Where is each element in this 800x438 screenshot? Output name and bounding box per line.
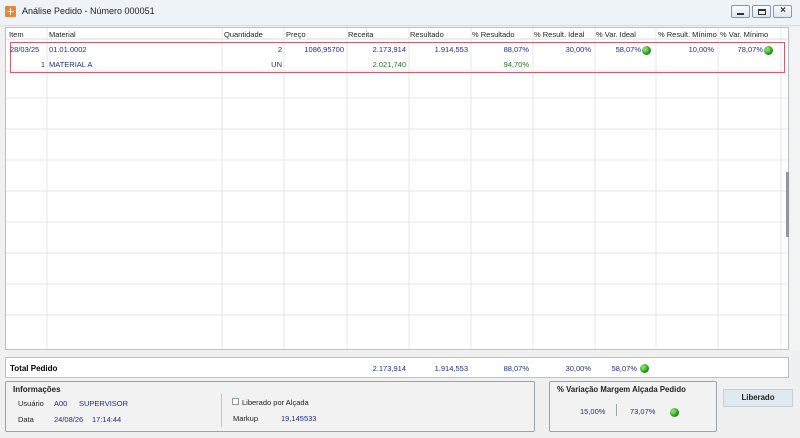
row1-ideal-status-icon bbox=[642, 46, 651, 55]
total-receita: 2.173,914 bbox=[372, 364, 406, 373]
margin-title: % Variação Margem Alçada Pedido bbox=[557, 385, 686, 394]
scrollbar-thumb[interactable] bbox=[786, 172, 789, 237]
row1-material[interactable]: 01.01.0002 bbox=[49, 45, 87, 54]
margin-separator bbox=[616, 404, 617, 416]
data-label: Data bbox=[18, 415, 34, 424]
info-title: Informações bbox=[13, 385, 61, 394]
maximize-icon bbox=[758, 9, 766, 15]
row1-resultado[interactable]: 1.914,553 bbox=[409, 45, 468, 54]
title-bar: Análise Pedido - Número 000051 × bbox=[0, 0, 800, 26]
row1-receita[interactable]: 2.173,914 bbox=[347, 45, 406, 54]
row2-receita[interactable]: 2.021,740 bbox=[347, 60, 406, 69]
usuario-label: Usuário bbox=[18, 399, 44, 408]
usuario-code: A00 bbox=[54, 399, 68, 408]
header-item[interactable]: Item bbox=[9, 30, 24, 39]
row1-pct-var-ideal[interactable]: 58,07% bbox=[595, 45, 641, 54]
usuario-name: SUPERVISOR bbox=[79, 399, 129, 408]
header-pct-var-minimo[interactable]: % Var. Mínimo bbox=[720, 30, 768, 39]
margin-panel: % Variação Margem Alçada Pedido 15,00% 7… bbox=[549, 381, 717, 432]
row2-material[interactable]: MATERIAL A bbox=[49, 60, 92, 69]
close-icon: × bbox=[780, 5, 786, 16]
data-date: 24/08/26 bbox=[54, 415, 84, 424]
row1-item[interactable]: 28/03/25 bbox=[10, 45, 39, 54]
row2-item[interactable]: 1 bbox=[10, 60, 45, 69]
header-pct-var-ideal[interactable]: % Var. Ideal bbox=[596, 30, 636, 39]
status-liberado: Liberado bbox=[723, 389, 793, 407]
total-status-icon bbox=[640, 364, 649, 373]
row1-pct-resultado[interactable]: 88,07% bbox=[471, 45, 529, 54]
minimize-icon bbox=[737, 13, 744, 15]
row1-pct-result-minimo[interactable]: 10,00% bbox=[656, 45, 714, 54]
total-pct-resultado: 88,07% bbox=[503, 364, 529, 373]
maximize-button[interactable] bbox=[752, 5, 771, 18]
header-pct-result-minimo[interactable]: % Result. Mínimo bbox=[658, 30, 717, 39]
markup-label: Markup bbox=[233, 414, 259, 423]
row2-pct-resultado[interactable]: 94,70% bbox=[471, 60, 529, 69]
info-divider bbox=[221, 394, 222, 427]
close-button[interactable]: × bbox=[773, 5, 792, 18]
app-icon bbox=[5, 6, 16, 17]
margin-value-right: 73,07% bbox=[630, 407, 656, 416]
total-pct-result-ideal: 30,00% bbox=[565, 364, 591, 373]
row2-quantidade[interactable]: UN bbox=[222, 60, 282, 69]
margin-value-left: 15,00% bbox=[580, 407, 606, 416]
total-resultado: 1.914,553 bbox=[434, 364, 468, 373]
total-label: Total Pedido bbox=[10, 364, 58, 373]
row1-quantidade[interactable]: 2 bbox=[222, 45, 282, 54]
minimize-button[interactable] bbox=[731, 5, 750, 18]
vertical-scrollbar[interactable] bbox=[790, 27, 800, 350]
header-quantidade[interactable]: Quantidade bbox=[224, 30, 263, 39]
header-receita[interactable]: Receita bbox=[348, 30, 373, 39]
header-pct-resultado[interactable]: % Resultado bbox=[472, 30, 515, 39]
header-resultado[interactable]: Resultado bbox=[410, 30, 444, 39]
liberado-checkbox[interactable] bbox=[232, 398, 239, 405]
window-title: Análise Pedido - Número 000051 bbox=[22, 6, 155, 16]
analysis-table[interactable]: Item Material Quantidade Preço Receita R… bbox=[5, 27, 789, 350]
table-grid-lines bbox=[6, 28, 788, 349]
info-panel: Informações Usuário A00 SUPERVISOR Data … bbox=[5, 381, 535, 432]
data-time: 17:14:44 bbox=[92, 415, 122, 424]
row1-minimo-status-icon bbox=[764, 46, 773, 55]
row1-pct-var-minimo[interactable]: 78,07% bbox=[718, 45, 763, 54]
row1-pct-result-ideal[interactable]: 30,00% bbox=[533, 45, 591, 54]
margin-status-icon bbox=[670, 408, 679, 417]
header-material[interactable]: Material bbox=[49, 30, 76, 39]
header-pct-result-ideal[interactable]: % Result. Ideal bbox=[534, 30, 584, 39]
liberado-label[interactable]: Liberado por Alçada bbox=[242, 398, 309, 407]
total-row: Total Pedido 2.173,914 1.914,553 88,07% … bbox=[5, 357, 789, 378]
row1-preco[interactable]: 1086,95700 bbox=[284, 45, 344, 54]
markup-value: 19,145533 bbox=[281, 414, 317, 423]
header-preco[interactable]: Preço bbox=[286, 30, 306, 39]
total-pct-var-ideal: 58,07% bbox=[611, 364, 637, 373]
